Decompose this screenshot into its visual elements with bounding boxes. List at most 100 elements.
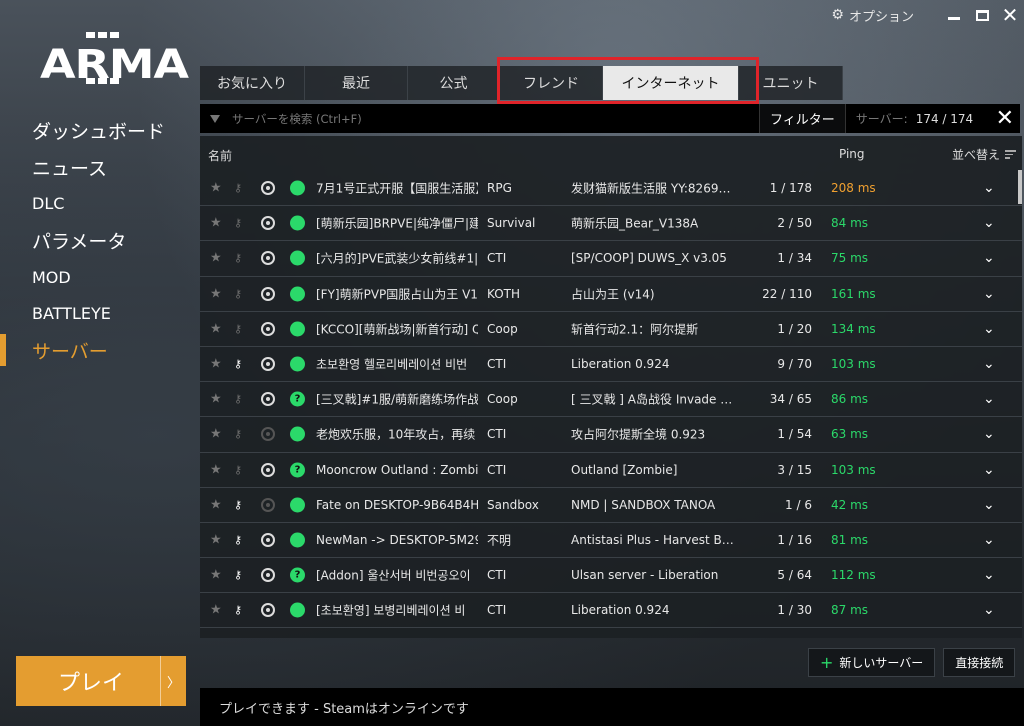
- password-key-icon: ⚷: [234, 251, 243, 265]
- status-online-icon: [290, 426, 305, 442]
- options-button[interactable]: ⚙ オプション: [831, 6, 914, 25]
- tab-internet[interactable]: インターネット: [603, 66, 739, 100]
- table-row[interactable]: ★ ⚷? [三叉戟]#1服/萌新磨练场作战| Coop [ 三叉戟 ] A岛战役 Inv…: [200, 382, 1022, 418]
- table-row[interactable]: ★ ⚷ 老炮欢乐服，10年攻占，再续 CTI 攻占阿尔提斯全境 0.923 1 / 54 6…: [200, 417, 1022, 453]
- server-mode: CTI: [487, 568, 507, 583]
- password-key-icon: ⚷: [234, 392, 243, 406]
- search-placeholder: サーバーを検索 (Ctrl+F): [232, 111, 362, 126]
- filter-funnel-icon: [210, 114, 220, 123]
- server-tabs: お気に入り 最近 公式 フレンド インターネット ユニット: [200, 66, 843, 100]
- expand-chevron-icon[interactable]: ⌄: [983, 215, 995, 231]
- favorite-star-icon[interactable]: ★: [210, 462, 222, 477]
- expand-chevron-icon[interactable]: ⌄: [983, 391, 995, 407]
- tab-official[interactable]: 公式: [408, 66, 500, 100]
- expand-chevron-icon[interactable]: ⌄: [983, 356, 995, 372]
- server-mode: Sandbox: [487, 497, 539, 512]
- col-header-ping[interactable]: Ping: [839, 147, 865, 161]
- expand-chevron-icon[interactable]: ⌄: [983, 250, 995, 266]
- sort-button[interactable]: 並べ替え: [952, 146, 1017, 163]
- favorite-star-icon[interactable]: ★: [210, 251, 222, 266]
- tab-units[interactable]: ユニット: [739, 66, 843, 100]
- server-ping: 87 ms: [831, 603, 869, 618]
- sidebar-item-parameters[interactable]: パラメータ: [0, 222, 190, 259]
- play-button[interactable]: プレイ 〉: [16, 656, 186, 706]
- status-unknown-icon: ?: [290, 391, 305, 407]
- server-ping: 103 ms: [831, 462, 876, 477]
- table-row[interactable]: ★ ⚷ NewMan -> DESKTOP-5M29B 不明 Antistasi Plu…: [200, 523, 1022, 559]
- expand-chevron-icon[interactable]: ⌄: [983, 321, 995, 337]
- plus-icon: +: [820, 653, 834, 672]
- sidebar-item-battleye[interactable]: BATTLEYE: [0, 295, 190, 332]
- server-ping: 84 ms: [831, 216, 869, 231]
- password-key-icon: ⚷: [234, 357, 243, 371]
- table-row[interactable]: ★ ⚷? Mooncrow Outland : Zombie C CTI Outland…: [200, 453, 1022, 488]
- favorite-star-icon[interactable]: ★: [210, 392, 222, 407]
- expand-chevron-icon[interactable]: ⌄: [983, 426, 995, 442]
- password-key-icon: ⚷: [234, 498, 243, 512]
- table-row[interactable]: ★ ⚷ [FY]萌新PVP国服占山为王 V14 KOTH 占山为王 (v14) 22 / …: [200, 277, 1022, 312]
- server-mode: CTI: [487, 251, 507, 266]
- favorite-star-icon[interactable]: ★: [210, 216, 222, 231]
- table-row[interactable]: ★ ⚷ 7月1号正式开服【国服生活服】 RPG 发财猫新版生活服 YY:82698...…: [200, 171, 1022, 207]
- maximize-button[interactable]: [968, 1, 996, 29]
- close-browser-button[interactable]: ✕: [996, 106, 1014, 131]
- status-online-icon: [290, 250, 305, 266]
- sidebar-item-news[interactable]: ニュース: [0, 149, 190, 186]
- expand-chevron-icon[interactable]: ⌄: [983, 497, 995, 513]
- favorite-star-icon[interactable]: ★: [210, 357, 222, 372]
- favorite-star-icon[interactable]: ★: [210, 497, 222, 512]
- table-row[interactable]: ★ ⚷ 초보환영 헬로리베레이션 비번 CTI Liberation 0.924 9 / …: [200, 347, 1022, 383]
- expand-chevron-icon[interactable]: ⌄: [983, 602, 995, 618]
- server-mission: Liberation 0.924: [571, 357, 670, 372]
- expand-chevron-icon[interactable]: ⌄: [983, 180, 995, 196]
- server-mission: 萌新乐园_Bear_V138A: [571, 216, 699, 231]
- new-server-button[interactable]: + 新しいサーバー: [808, 648, 936, 677]
- search-input[interactable]: サーバーを検索 (Ctrl+F): [200, 104, 760, 133]
- expand-chevron-icon[interactable]: ⌄: [983, 567, 995, 583]
- minimize-button[interactable]: [940, 1, 968, 29]
- scrollbar[interactable]: [1018, 170, 1022, 204]
- play-dropdown-arrow[interactable]: 〉: [160, 656, 186, 706]
- expand-chevron-icon[interactable]: ⌄: [983, 462, 995, 478]
- expand-chevron-icon[interactable]: ⌄: [983, 532, 995, 548]
- table-row[interactable]: ★ ⚷ [초보환영] 보병리베레이션 비 CTI Liberation 0.924 1 /…: [200, 593, 1022, 629]
- expand-chevron-icon[interactable]: ⌄: [983, 286, 995, 302]
- status-online-icon: [290, 602, 305, 618]
- tab-recent[interactable]: 最近: [305, 66, 408, 100]
- favorite-star-icon[interactable]: ★: [210, 427, 222, 442]
- direct-connect-button[interactable]: 直接接続: [943, 648, 1016, 677]
- favorite-star-icon[interactable]: ★: [210, 568, 222, 583]
- server-rows: ★ ⚷ 7月1号正式开服【国服生活服】 RPG 发财猫新版生活服 YY:82698...…: [200, 171, 1022, 629]
- status-online-icon: [290, 497, 305, 513]
- server-name: 老炮欢乐服，10年攻占，再续: [316, 427, 476, 442]
- table-row[interactable]: ★ ⚷ [萌新乐园]BRPVE|纯净僵尸|建 Survival 萌新乐园_Bear_V1…: [200, 206, 1022, 242]
- filter-button[interactable]: フィルター: [760, 104, 846, 133]
- col-header-name[interactable]: 名前: [208, 147, 232, 164]
- password-key-icon: ⚷: [234, 181, 243, 195]
- sort-icon: [1005, 150, 1017, 159]
- server-players: 1 / 178: [769, 181, 812, 196]
- server-mission: 发财猫新版生活服 YY:82698...: [571, 181, 736, 196]
- tab-friends[interactable]: フレンド: [500, 66, 603, 100]
- table-row[interactable]: ★ ⚷ [六月的]PVE武装少女前线#1|C CTI [SP/COOP] DUWS_X …: [200, 241, 1022, 277]
- favorite-star-icon[interactable]: ★: [210, 181, 222, 196]
- server-players: 5 / 64: [777, 568, 812, 583]
- table-row[interactable]: ★ ⚷ [KCCO][萌新战场|新首行动] Q8 Coop 斩首行动2.1：阿尔提斯 1 …: [200, 312, 1022, 347]
- server-name: 7月1号正式开服【国服生活服】: [316, 181, 478, 196]
- table-row[interactable]: ★ ⚷? [Addon] 울산서버 비번공오이 CTI Ulsan server - L…: [200, 558, 1022, 594]
- sidebar-item-dashboard[interactable]: ダッシュボード: [0, 112, 190, 149]
- close-window-button[interactable]: ✕: [996, 1, 1024, 29]
- password-key-icon: ⚷: [234, 322, 243, 336]
- favorite-star-icon[interactable]: ★: [210, 532, 222, 547]
- favorite-star-icon[interactable]: ★: [210, 603, 222, 618]
- table-row[interactable]: ★ ⚷ Fate on DESKTOP-9B64B4H Sandbox NMD | SA…: [200, 488, 1022, 523]
- sidebar-item-mod[interactable]: MOD: [0, 259, 190, 296]
- search-row: サーバーを検索 (Ctrl+F) フィルター サーバー: 174 / 174 ✕: [200, 104, 1020, 133]
- server-players: 2 / 50: [777, 216, 812, 231]
- sidebar-item-dlc[interactable]: DLC: [0, 185, 190, 222]
- sidebar-item-servers[interactable]: サーバー: [0, 332, 190, 369]
- server-mission: [ 三叉戟 ] A岛战役 Invade &...: [571, 392, 736, 407]
- favorite-star-icon[interactable]: ★: [210, 321, 222, 336]
- favorite-star-icon[interactable]: ★: [210, 286, 222, 301]
- tab-favorites[interactable]: お気に入り: [200, 66, 305, 100]
